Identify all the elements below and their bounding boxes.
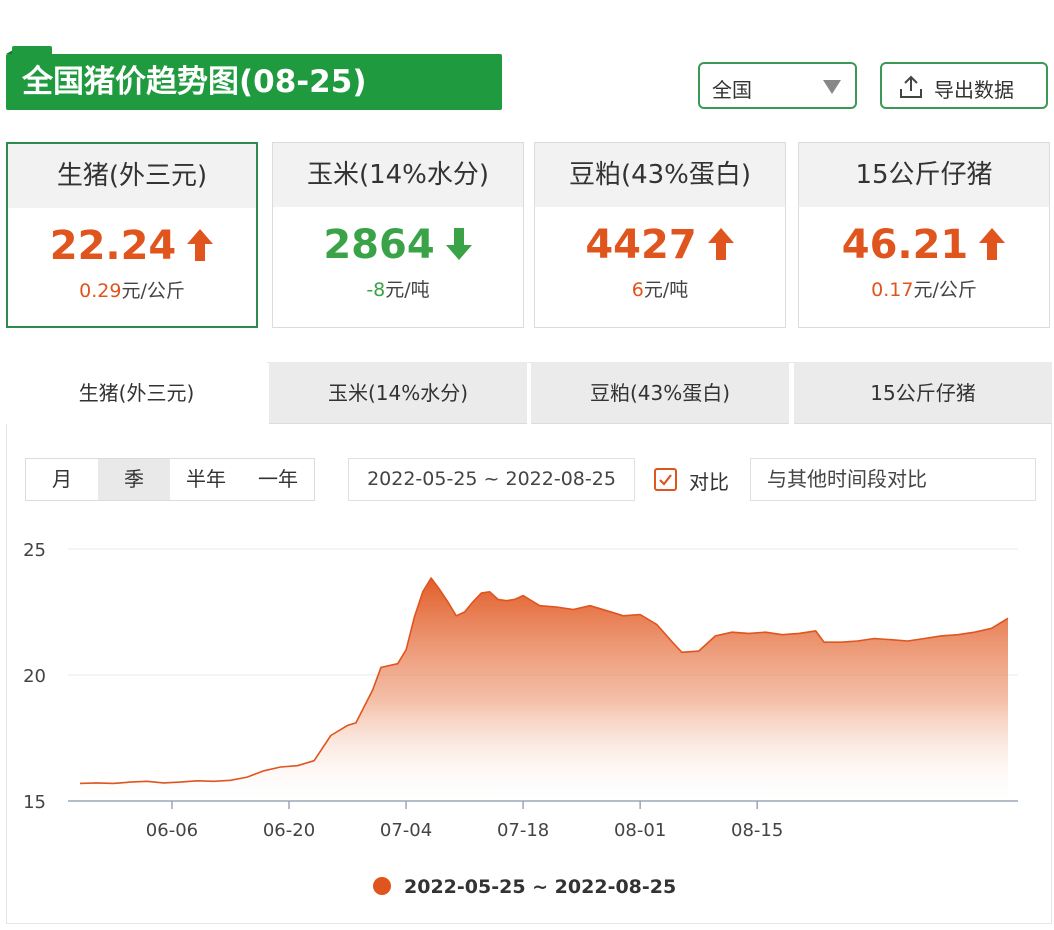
tab-live-hog[interactable]: 生猪(外三元) [6,362,267,424]
price-trend-chart: 15 20 25 06-06 06-20 07-04 07-18 08-01 08-15 202… [23,540,1018,898]
card-change: 0.29元/公斤 [8,276,256,303]
card-change-amount: -8 [366,279,386,301]
period-month-button[interactable]: 月 [26,459,98,500]
card-change-amount: 0.17 [871,279,914,301]
caret-down-icon [823,80,841,94]
period-year-button[interactable]: 一年 [242,459,314,500]
arrow-up-icon [187,229,214,261]
tab-soybean-meal[interactable]: 豆粕(43%蛋白) [531,362,789,424]
arrow-up-icon [707,228,734,260]
card-value: 22.24 [8,222,256,270]
x-tick-label: 08-15 [731,820,783,841]
card-change-unit: 元/吨 [385,279,430,301]
card-value-number: 46.21 [841,222,969,268]
card-title: 玉米(14%水分) [273,143,523,207]
y-tick-label: 20 [23,666,46,687]
commodity-tabs: 生猪(外三元) 玉米(14%水分) 豆粕(43%蛋白) 15公斤仔猪 [6,362,1052,424]
card-change-amount: 0.29 [79,280,122,302]
y-tick-label: 15 [23,792,46,813]
card-value: 2864 [273,221,523,269]
compare-checkbox[interactable] [654,468,677,491]
region-select[interactable]: 全国 [698,62,857,109]
export-data-label: 导出数据 [934,78,1014,102]
compare-period-input[interactable]: 与其他时间段对比 [750,458,1036,501]
arrow-down-icon [445,228,472,260]
x-tick-label: 07-18 [497,820,549,841]
period-selector: 月 季 半年 一年 [25,458,315,501]
card-value: 4427 [535,221,785,269]
arrow-up-icon [979,228,1006,260]
card-change-unit: 元/公斤 [913,279,977,301]
price-card-piglet[interactable]: 15公斤仔猪 46.21 0.17元/公斤 [798,142,1050,328]
tab-corn[interactable]: 玉米(14%水分) [269,362,527,424]
series-area [80,578,1008,801]
card-change-amount: 6 [631,279,644,301]
checkmark-icon [659,474,672,486]
card-value-number: 2864 [323,222,435,268]
period-quarter-button[interactable]: 季 [98,459,170,500]
price-card-live-hog[interactable]: 生猪(外三元) 22.24 0.29元/公斤 [6,142,258,328]
card-title: 生猪(外三元) [8,144,256,208]
card-change-unit: 元/公斤 [121,280,185,302]
compare-label: 对比 [689,470,729,494]
card-change: 6元/吨 [535,275,785,302]
price-card-corn[interactable]: 玉米(14%水分) 2864 -8元/吨 [272,142,524,328]
page-title-banner: 全国猪价趋势图(08-25) [6,46,502,110]
region-select-value: 全国 [712,78,752,102]
x-tick-label: 06-06 [146,820,198,841]
x-tick-label: 08-01 [614,820,666,841]
page-title: 全国猪价趋势图(08-25) [22,64,367,100]
price-card-soybean-meal[interactable]: 豆粕(43%蛋白) 4427 6元/吨 [534,142,786,328]
period-half-year-button[interactable]: 半年 [170,459,242,500]
legend-marker [373,877,391,895]
card-change-unit: 元/吨 [643,279,689,301]
card-change: -8元/吨 [273,275,523,302]
date-range-input[interactable]: 2022-05-25 ~ 2022-08-25 [348,458,635,501]
card-title: 豆粕(43%蛋白) [535,143,785,207]
x-tick-label: 07-04 [380,820,432,841]
card-value: 46.21 [799,221,1049,269]
card-value-number: 4427 [585,222,697,268]
export-data-button[interactable]: 导出数据 [880,62,1048,109]
tab-piglet[interactable]: 15公斤仔猪 [794,362,1052,424]
card-value-number: 22.24 [49,223,177,269]
x-tick-label: 06-20 [263,820,315,841]
legend-label: 2022-05-25 ~ 2022-08-25 [404,876,676,898]
card-change: 0.17元/公斤 [799,275,1049,302]
y-tick-label: 25 [23,540,46,561]
card-title: 15公斤仔猪 [799,143,1049,207]
upload-icon [900,75,922,98]
